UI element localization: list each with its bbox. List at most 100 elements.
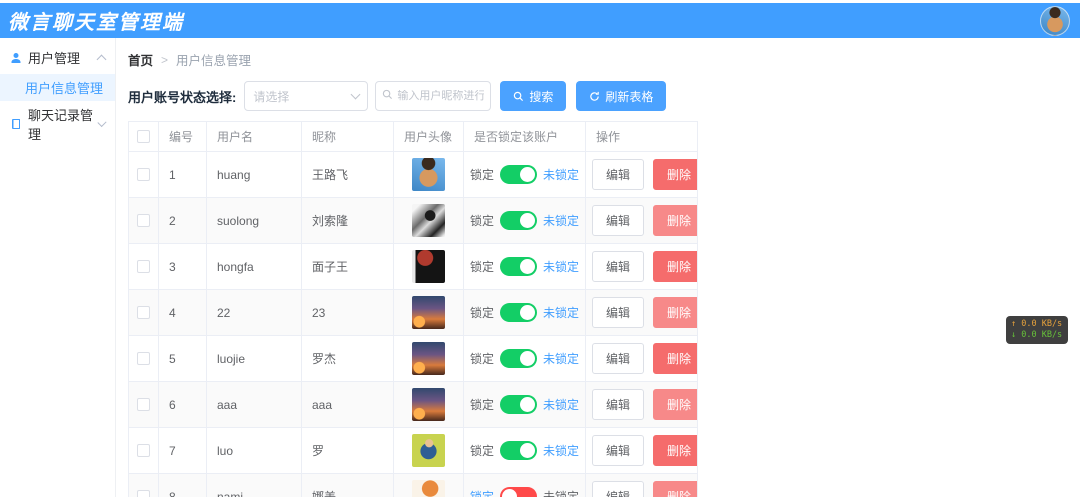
edit-button[interactable]: 编辑 xyxy=(592,251,645,282)
breadcrumb-home[interactable]: 首页 xyxy=(128,50,153,69)
edit-button[interactable]: 编辑 xyxy=(592,343,645,374)
row-checkbox[interactable] xyxy=(137,352,150,365)
row-nickname: 娜美 xyxy=(302,474,394,497)
lock-toggle[interactable] xyxy=(500,349,538,368)
row-username: hongfa xyxy=(207,244,302,289)
row-nickname: 王路飞 xyxy=(302,152,394,197)
row-nickname: 刘索隆 xyxy=(302,198,394,243)
table-row: 8 nami 娜美 锁定 未锁定 编辑 删除 xyxy=(129,474,697,497)
edit-button[interactable]: 编辑 xyxy=(592,435,645,466)
row-checkbox[interactable] xyxy=(137,398,150,411)
toggle-knob-icon xyxy=(502,489,518,497)
table-row: 3 hongfa 面子王 锁定 未锁定 编辑 删除 xyxy=(129,244,697,290)
row-id: 4 xyxy=(159,290,207,335)
row-nickname: 罗 xyxy=(302,428,394,473)
unlock-state-label: 未锁定 xyxy=(543,214,580,228)
search-input[interactable] xyxy=(397,90,485,102)
search-button[interactable]: 搜索 xyxy=(500,81,567,111)
profile-avatar[interactable] xyxy=(1040,5,1070,36)
status-select[interactable]: 请选择 xyxy=(244,81,369,111)
delete-button[interactable]: 删除 xyxy=(653,251,697,282)
download-speed: ↓ 0.0 KB/s xyxy=(1011,330,1063,340)
row-checkbox[interactable] xyxy=(137,260,150,273)
refresh-button-label: 刷新表格 xyxy=(605,89,654,104)
edit-button[interactable]: 编辑 xyxy=(592,297,645,328)
sidebar-item-user-management[interactable]: 用户管理 xyxy=(0,45,115,70)
lock-toggle[interactable] xyxy=(500,257,538,276)
lock-toggle[interactable] xyxy=(500,303,538,322)
delete-button[interactable]: 删除 xyxy=(653,481,697,497)
app-header: 微言聊天室管理端 xyxy=(0,3,1080,38)
table-header-row: 编号 用户名 昵称 用户头像 是否锁定该账户 操作 xyxy=(129,122,697,152)
toggle-knob-icon xyxy=(520,259,536,274)
row-checkbox[interactable] xyxy=(137,490,150,497)
toggle-knob-icon xyxy=(520,305,536,320)
row-id: 2 xyxy=(159,198,207,243)
table-row: 1 huang 王路飞 锁定 未锁定 编辑 删除 xyxy=(129,152,697,198)
users-table: 编号 用户名 昵称 用户头像 是否锁定该账户 操作 1 huang 王路飞 锁定… xyxy=(128,121,698,497)
edit-button[interactable]: 编辑 xyxy=(592,389,645,420)
sidebar-item-chat-records[interactable]: 聊天记录管理 xyxy=(0,108,115,142)
edit-button[interactable]: 编辑 xyxy=(592,205,645,236)
row-id: 7 xyxy=(159,428,207,473)
lock-state-label: 锁定 xyxy=(470,168,495,182)
lock-toggle[interactable] xyxy=(500,441,538,460)
user-avatar-image xyxy=(412,296,445,329)
search-button-label: 搜索 xyxy=(529,89,554,104)
delete-button[interactable]: 删除 xyxy=(653,389,697,420)
row-checkbox[interactable] xyxy=(137,444,150,457)
user-avatar-image xyxy=(412,480,445,497)
delete-button[interactable]: 删除 xyxy=(653,297,697,328)
chevron-down-icon xyxy=(97,117,107,127)
delete-button[interactable]: 删除 xyxy=(653,435,697,466)
row-checkbox[interactable] xyxy=(137,214,150,227)
search-box xyxy=(375,81,492,111)
table-body: 1 huang 王路飞 锁定 未锁定 编辑 删除 2 suolong 刘索隆 锁… xyxy=(129,152,697,497)
lock-toggle[interactable] xyxy=(500,487,538,497)
lock-toggle[interactable] xyxy=(500,395,538,414)
unlock-state-label: 未锁定 xyxy=(543,168,580,182)
user-avatar-image xyxy=(412,250,445,283)
delete-button[interactable]: 删除 xyxy=(653,343,697,374)
network-speed-widget: ↑ 0.0 KB/s ↓ 0.0 KB/s xyxy=(1006,316,1068,344)
unlock-state-label: 未锁定 xyxy=(543,398,580,412)
row-checkbox[interactable] xyxy=(137,168,150,181)
toggle-knob-icon xyxy=(520,167,536,182)
unlock-state-label: 未锁定 xyxy=(543,490,580,497)
delete-button[interactable]: 删除 xyxy=(653,205,697,236)
select-all-checkbox[interactable] xyxy=(137,130,150,143)
unlock-state-label: 未锁定 xyxy=(543,260,580,274)
row-nickname: 面子王 xyxy=(302,244,394,289)
toggle-knob-icon xyxy=(520,351,536,366)
refresh-table-button[interactable]: 刷新表格 xyxy=(576,81,667,111)
column-header-lock: 是否锁定该账户 xyxy=(464,122,586,151)
lock-state-label: 锁定 xyxy=(470,214,495,228)
edit-button[interactable]: 编辑 xyxy=(592,159,645,190)
filter-bar: 用户账号状态选择: 请选择 搜索 刷新表格 xyxy=(128,81,1080,111)
lock-state-label: 锁定 xyxy=(470,260,495,274)
delete-button[interactable]: 删除 xyxy=(653,159,697,190)
search-icon xyxy=(382,87,393,105)
table-row: 7 luo 罗 锁定 未锁定 编辑 删除 xyxy=(129,428,697,474)
lock-toggle[interactable] xyxy=(500,211,538,230)
row-nickname: aaa xyxy=(302,382,394,427)
toggle-knob-icon xyxy=(520,213,536,228)
row-username: nami xyxy=(207,474,302,497)
sidebar-item-user-info-management[interactable]: 用户信息管理 xyxy=(0,74,115,101)
user-avatar-image xyxy=(412,158,445,191)
row-checkbox[interactable] xyxy=(137,306,150,319)
edit-button[interactable]: 编辑 xyxy=(592,481,645,497)
user-avatar-image xyxy=(412,434,445,467)
row-nickname: 23 xyxy=(302,290,394,335)
sidebar-item-label: 用户管理 xyxy=(28,51,81,66)
lock-state-label: 锁定 xyxy=(470,352,495,366)
sidebar: 用户管理 用户信息管理 聊天记录管理 xyxy=(0,38,116,497)
search-icon xyxy=(514,91,524,101)
user-avatar-image xyxy=(412,342,445,375)
refresh-icon xyxy=(590,91,600,101)
upload-speed: ↑ 0.0 KB/s xyxy=(1011,319,1063,329)
breadcrumb-separator: > xyxy=(161,52,169,67)
lock-toggle[interactable] xyxy=(500,165,538,184)
sidebar-item-label: 聊天记录管理 xyxy=(28,107,94,142)
lock-state-label: 锁定 xyxy=(470,444,495,458)
